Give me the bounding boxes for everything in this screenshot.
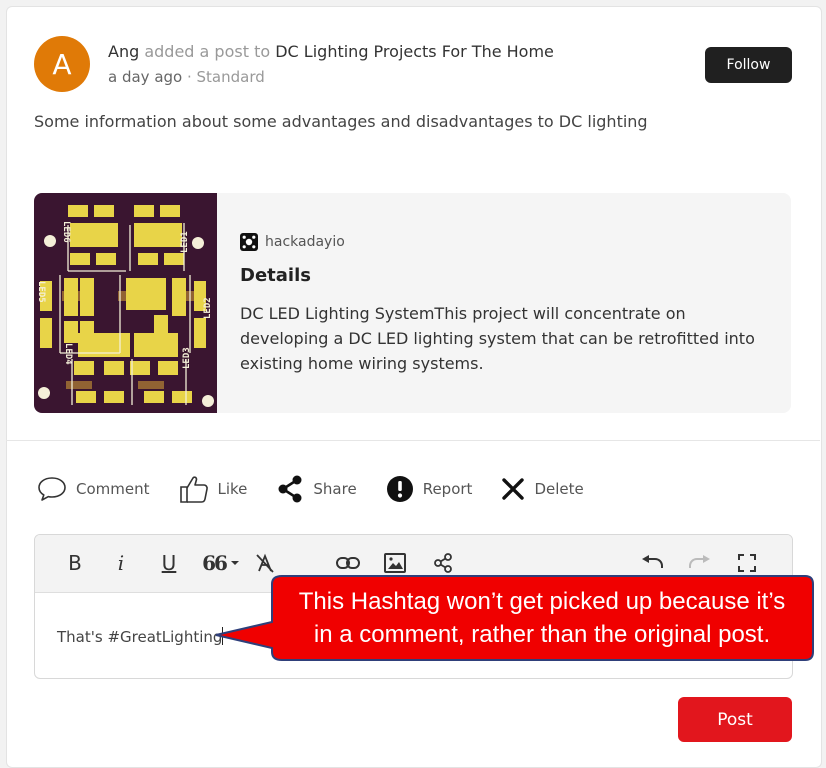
embed-share-button[interactable] [431,551,455,575]
fullscreen-button[interactable] [735,551,759,575]
post-headline: Ang added a post to DC Lighting Projects… [108,42,554,61]
hackaday-logo-icon [240,233,258,251]
link-source: hackadayio [240,233,345,251]
pcb-label: LED3 [182,347,192,369]
comment-button[interactable]: Comment [36,475,150,503]
delete-label: Delete [534,480,584,498]
like-label: Like [217,480,248,498]
report-label: Report [422,480,473,498]
report-icon [386,476,413,502]
redo-button[interactable] [687,551,713,575]
quote-icon: 66 [202,551,228,575]
avatar-letter: A [52,47,72,81]
follow-button[interactable]: Follow [705,47,792,83]
pcb-label: LED4 [63,343,73,365]
delete-button[interactable]: Delete [500,476,584,502]
annotation-line: This Hashtag won’t get picked up because… [298,588,786,615]
post-meta: a day ago · Standard [108,68,265,86]
annotation-line: in a comment, rather than the original p… [313,621,771,648]
group-link[interactable]: DC Lighting Projects For The Home [275,42,554,61]
pcb-thumbnail: LED6 LED1 LED5 LED2 LED4 LED3 [34,193,217,413]
comment-icon [38,477,66,501]
post-time: a day ago [108,68,183,86]
undo-button[interactable] [639,551,665,575]
link-title[interactable]: Details [240,265,311,286]
redo-icon [689,555,710,568]
link-site-name: hackadayio [265,234,345,250]
avatar[interactable]: A [34,36,90,92]
meta-separator: · [182,68,197,86]
link-preview-card[interactable]: LED6 LED1 LED5 LED2 LED4 LED3 hackadayio… [34,193,791,413]
report-button[interactable]: Report [385,474,473,504]
text-caret [222,627,224,645]
image-icon [384,553,406,573]
share-button[interactable]: Share [275,474,357,504]
comment-input[interactable]: That's #GreatLighting [57,627,224,646]
link-icon [336,557,360,569]
italic-button[interactable]: i [113,551,129,575]
divider [6,440,820,441]
annotation-text: This Hashtag won’t get picked up because… [272,585,812,651]
comment-input-text: That's #GreatLighting [57,628,223,646]
pcb-label: LED6 [61,221,71,243]
fullscreen-icon [738,554,756,572]
share-label: Share [313,480,357,498]
link-description: DC LED Lighting SystemThis project will … [240,304,755,373]
clear-format-button[interactable] [253,551,277,575]
share-icon [278,475,302,503]
quote-dropdown[interactable]: 66 [201,551,241,575]
chevron-down-icon [230,561,239,565]
image-button[interactable] [383,551,407,575]
undo-icon [642,555,663,568]
like-button[interactable]: Like [178,474,248,504]
bold-button[interactable]: B [65,551,85,575]
pcb-label: LED2 [203,297,213,319]
author-name[interactable]: Ang [108,42,139,61]
close-icon [502,478,525,500]
pcb-label: LED1 [180,231,190,253]
action-text: added a post to [139,42,276,61]
link-button[interactable] [335,551,361,575]
comment-label: Comment [76,480,150,498]
post-button[interactable]: Post [678,697,792,742]
thumbs-up-icon [179,476,208,503]
post-body: Some information about some advantages a… [34,112,648,131]
post-actions: Comment Like Share Report Delete [36,472,612,506]
share-icon [434,553,452,573]
post-type: Standard [196,68,265,86]
clear-format-icon [256,553,274,573]
pcb-label: LED5 [36,281,46,303]
underline-button[interactable]: U [159,551,179,575]
